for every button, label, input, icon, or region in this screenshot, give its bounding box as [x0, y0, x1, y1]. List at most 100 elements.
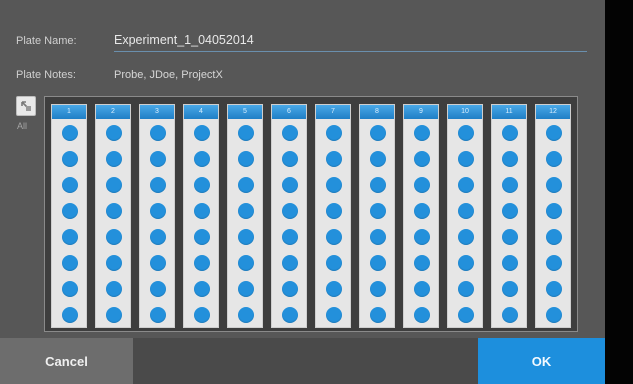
plate-well[interactable] [194, 125, 210, 141]
plate-well[interactable] [62, 125, 78, 141]
column-header[interactable]: 10 [448, 105, 482, 119]
column-header[interactable]: 5 [228, 105, 262, 119]
plate-well[interactable] [414, 229, 430, 245]
plate-well[interactable] [326, 307, 342, 323]
plate-column-10[interactable]: 10 [447, 104, 483, 328]
plate-well[interactable] [282, 255, 298, 271]
plate-well[interactable] [370, 177, 386, 193]
plate-column-4[interactable]: 4 [183, 104, 219, 328]
plate-well[interactable] [326, 151, 342, 167]
plate-well[interactable] [370, 281, 386, 297]
plate-well[interactable] [150, 203, 166, 219]
plate-well[interactable] [150, 307, 166, 323]
plate-well[interactable] [62, 255, 78, 271]
plate-column-2[interactable]: 2 [95, 104, 131, 328]
plate-well[interactable] [546, 125, 562, 141]
plate-well[interactable] [546, 203, 562, 219]
column-header[interactable]: 8 [360, 105, 394, 119]
plate-column-6[interactable]: 6 [271, 104, 307, 328]
column-header[interactable]: 2 [96, 105, 130, 119]
plate-well[interactable] [458, 125, 474, 141]
plate-well[interactable] [502, 255, 518, 271]
plate-well[interactable] [414, 281, 430, 297]
ok-button[interactable]: OK [478, 338, 605, 384]
plate-well[interactable] [370, 125, 386, 141]
plate-well[interactable] [458, 229, 474, 245]
plate-well[interactable] [238, 203, 254, 219]
plate-well[interactable] [370, 255, 386, 271]
plate-well[interactable] [282, 125, 298, 141]
plate-well[interactable] [370, 203, 386, 219]
plate-well[interactable] [150, 177, 166, 193]
plate-well[interactable] [414, 255, 430, 271]
plate-well[interactable] [326, 255, 342, 271]
plate-well[interactable] [502, 203, 518, 219]
plate-well[interactable] [106, 229, 122, 245]
plate-well[interactable] [106, 203, 122, 219]
plate-well[interactable] [414, 307, 430, 323]
plate-well[interactable] [458, 281, 474, 297]
plate-well[interactable] [238, 229, 254, 245]
plate-well[interactable] [458, 255, 474, 271]
plate-well[interactable] [62, 229, 78, 245]
plate-well[interactable] [326, 125, 342, 141]
plate-well[interactable] [414, 151, 430, 167]
plate-column-12[interactable]: 12 [535, 104, 571, 328]
plate-well[interactable] [282, 229, 298, 245]
plate-well[interactable] [458, 151, 474, 167]
plate-column-8[interactable]: 8 [359, 104, 395, 328]
plate-column-1[interactable]: 1 [51, 104, 87, 328]
plate-well[interactable] [238, 125, 254, 141]
plate-column-5[interactable]: 5 [227, 104, 263, 328]
plate-well[interactable] [194, 255, 210, 271]
plate-well[interactable] [546, 229, 562, 245]
plate-well[interactable] [502, 125, 518, 141]
plate-well[interactable] [106, 177, 122, 193]
plate-well[interactable] [238, 255, 254, 271]
plate-well[interactable] [106, 255, 122, 271]
plate-well[interactable] [238, 281, 254, 297]
plate-well[interactable] [414, 203, 430, 219]
plate-well[interactable] [62, 151, 78, 167]
plate-column-7[interactable]: 7 [315, 104, 351, 328]
plate-well[interactable] [326, 229, 342, 245]
column-header[interactable]: 4 [184, 105, 218, 119]
plate-column-11[interactable]: 11 [491, 104, 527, 328]
plate-well[interactable] [62, 307, 78, 323]
plate-well[interactable] [150, 229, 166, 245]
plate-well[interactable] [370, 151, 386, 167]
plate-well[interactable] [282, 177, 298, 193]
plate-well[interactable] [282, 203, 298, 219]
plate-well[interactable] [502, 177, 518, 193]
select-all-button[interactable] [16, 96, 36, 116]
plate-well[interactable] [458, 203, 474, 219]
plate-well[interactable] [62, 281, 78, 297]
column-header[interactable]: 9 [404, 105, 438, 119]
plate-notes-value[interactable]: Probe, JDoe, ProjectX [114, 69, 223, 81]
plate-well[interactable] [194, 229, 210, 245]
plate-well[interactable] [194, 281, 210, 297]
plate-well[interactable] [238, 151, 254, 167]
plate-well[interactable] [502, 307, 518, 323]
plate-well[interactable] [546, 177, 562, 193]
plate-well[interactable] [106, 281, 122, 297]
plate-column-3[interactable]: 3 [139, 104, 175, 328]
plate-well[interactable] [194, 307, 210, 323]
plate-well[interactable] [414, 177, 430, 193]
plate-well[interactable] [282, 151, 298, 167]
plate-well[interactable] [62, 203, 78, 219]
plate-well[interactable] [238, 177, 254, 193]
plate-well[interactable] [370, 229, 386, 245]
plate-well[interactable] [326, 177, 342, 193]
plate-well[interactable] [326, 203, 342, 219]
column-header[interactable]: 12 [536, 105, 570, 119]
cancel-button[interactable]: Cancel [0, 338, 133, 384]
plate-well[interactable] [502, 281, 518, 297]
plate-well[interactable] [194, 177, 210, 193]
plate-well[interactable] [546, 255, 562, 271]
plate-name-input[interactable] [114, 29, 587, 52]
plate-well[interactable] [546, 281, 562, 297]
column-header[interactable]: 1 [52, 105, 86, 119]
plate-well[interactable] [546, 307, 562, 323]
plate-well[interactable] [106, 125, 122, 141]
